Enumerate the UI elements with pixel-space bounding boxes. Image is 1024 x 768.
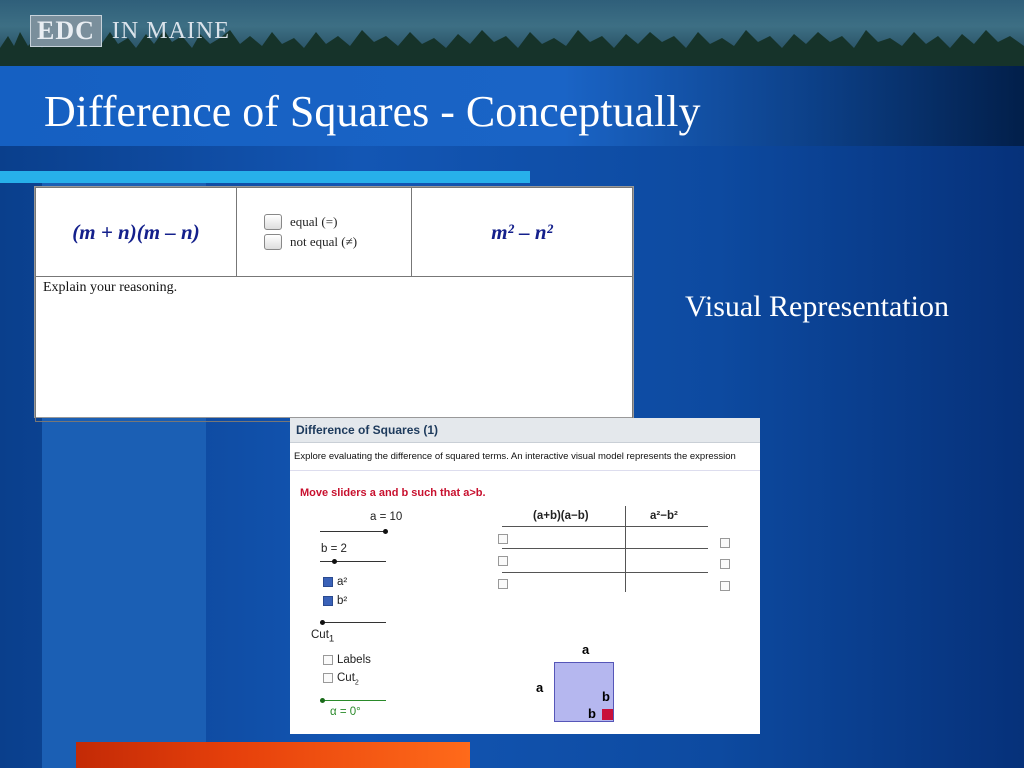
slider-a-label: a = 10 <box>370 511 403 523</box>
orange-footer-bar <box>76 742 470 768</box>
cut1-text: Cut <box>311 629 329 641</box>
table-row-line-2 <box>502 572 708 573</box>
square-b-label-right: b <box>602 689 610 704</box>
b2-label: b² <box>337 595 348 607</box>
table-header-line <box>502 526 708 527</box>
table-header-difference: a²−b² <box>650 510 678 522</box>
b-squared-square <box>602 709 613 720</box>
row2-right-checkbox[interactable] <box>720 559 730 569</box>
cut1-slider-track[interactable] <box>320 622 386 623</box>
row2-left-checkbox[interactable] <box>498 556 508 566</box>
b2-checkbox[interactable] <box>323 595 333 606</box>
equal-label: equal (=) <box>290 214 338 229</box>
right-expression: m² – n² <box>491 219 553 244</box>
square-top-label: a <box>582 642 590 657</box>
row1-right-checkbox[interactable] <box>720 538 730 548</box>
applet-description: Explore evaluating the difference of squ… <box>290 443 760 471</box>
cut1-slider-knob[interactable] <box>320 620 325 625</box>
left-expression-cell: (m + n)(m – n) <box>35 187 237 277</box>
visual-representation-label: Visual Representation <box>685 290 949 323</box>
logo-maine-text: IN MAINE <box>111 17 230 44</box>
option-not-equal[interactable]: not equal (≠) <box>264 234 410 250</box>
slide-title: Difference of Squares - Conceptually <box>44 87 701 136</box>
cut1-label: Cut1 <box>311 629 334 644</box>
slider-a-track[interactable] <box>320 531 386 532</box>
slider-b-label: b = 2 <box>321 543 347 555</box>
edc-logo: EDC IN MAINE <box>30 14 230 48</box>
check-b2[interactable]: b² <box>323 595 347 607</box>
slider-a-knob[interactable] <box>383 529 388 534</box>
not-equal-checkbox[interactable] <box>264 234 282 250</box>
check-a2[interactable]: a² <box>323 576 347 588</box>
cut2-text: Cut <box>337 672 355 684</box>
cut2-checkbox[interactable] <box>323 672 333 683</box>
option-equal[interactable]: equal (=) <box>264 214 410 230</box>
slider-b-knob[interactable] <box>332 559 337 564</box>
right-expression-cell: m² – n² <box>411 187 633 277</box>
question-table: (m + n)(m – n) equal (=) not equal (≠) m… <box>35 187 633 422</box>
cut1-subscript: 1 <box>328 633 335 645</box>
explain-prompt: Explain your reasoning. <box>43 280 178 295</box>
alpha-slider-knob[interactable] <box>320 698 325 703</box>
header-banner: EDC IN MAINE <box>0 0 1024 66</box>
logo-edc-text: EDC <box>30 15 102 47</box>
applet-card: Difference of Squares (1) Explore evalua… <box>290 418 760 734</box>
row3-left-checkbox[interactable] <box>498 579 508 589</box>
check-cut2[interactable]: Cut2 <box>323 672 359 686</box>
alpha-slider-track[interactable] <box>320 700 386 701</box>
labels-label: Labels <box>337 654 371 666</box>
square-b-label-bottom: b <box>588 706 596 721</box>
slider-b-track[interactable] <box>320 561 386 562</box>
alpha-label: α = 0° <box>330 706 361 718</box>
table-column-divider <box>625 506 626 592</box>
cyan-divider <box>0 171 530 183</box>
labels-checkbox[interactable] <box>323 654 333 665</box>
explain-cell[interactable]: Explain your reasoning. <box>35 276 633 422</box>
check-labels[interactable]: Labels <box>323 654 371 666</box>
left-expression: (m + n)(m – n) <box>72 219 200 244</box>
question-card: (m + n)(m – n) equal (=) not equal (≠) m… <box>34 186 634 422</box>
row3-right-checkbox[interactable] <box>720 581 730 591</box>
a2-checkbox[interactable] <box>323 576 333 587</box>
square-left-label: a <box>536 680 544 695</box>
equal-checkbox[interactable] <box>264 214 282 230</box>
table-row-line-1 <box>502 548 708 549</box>
applet-instruction: Move sliders a and b such that a>b. <box>300 487 486 499</box>
cut2-subscript: 2 <box>354 679 359 687</box>
options-cell: equal (=) not equal (≠) <box>236 187 412 277</box>
table-header-product: (a+b)(a−b) <box>533 510 589 522</box>
applet-header: Difference of Squares (1) <box>290 418 760 443</box>
not-equal-label: not equal (≠) <box>290 234 358 249</box>
row1-left-checkbox[interactable] <box>498 534 508 544</box>
a2-label: a² <box>337 576 348 588</box>
